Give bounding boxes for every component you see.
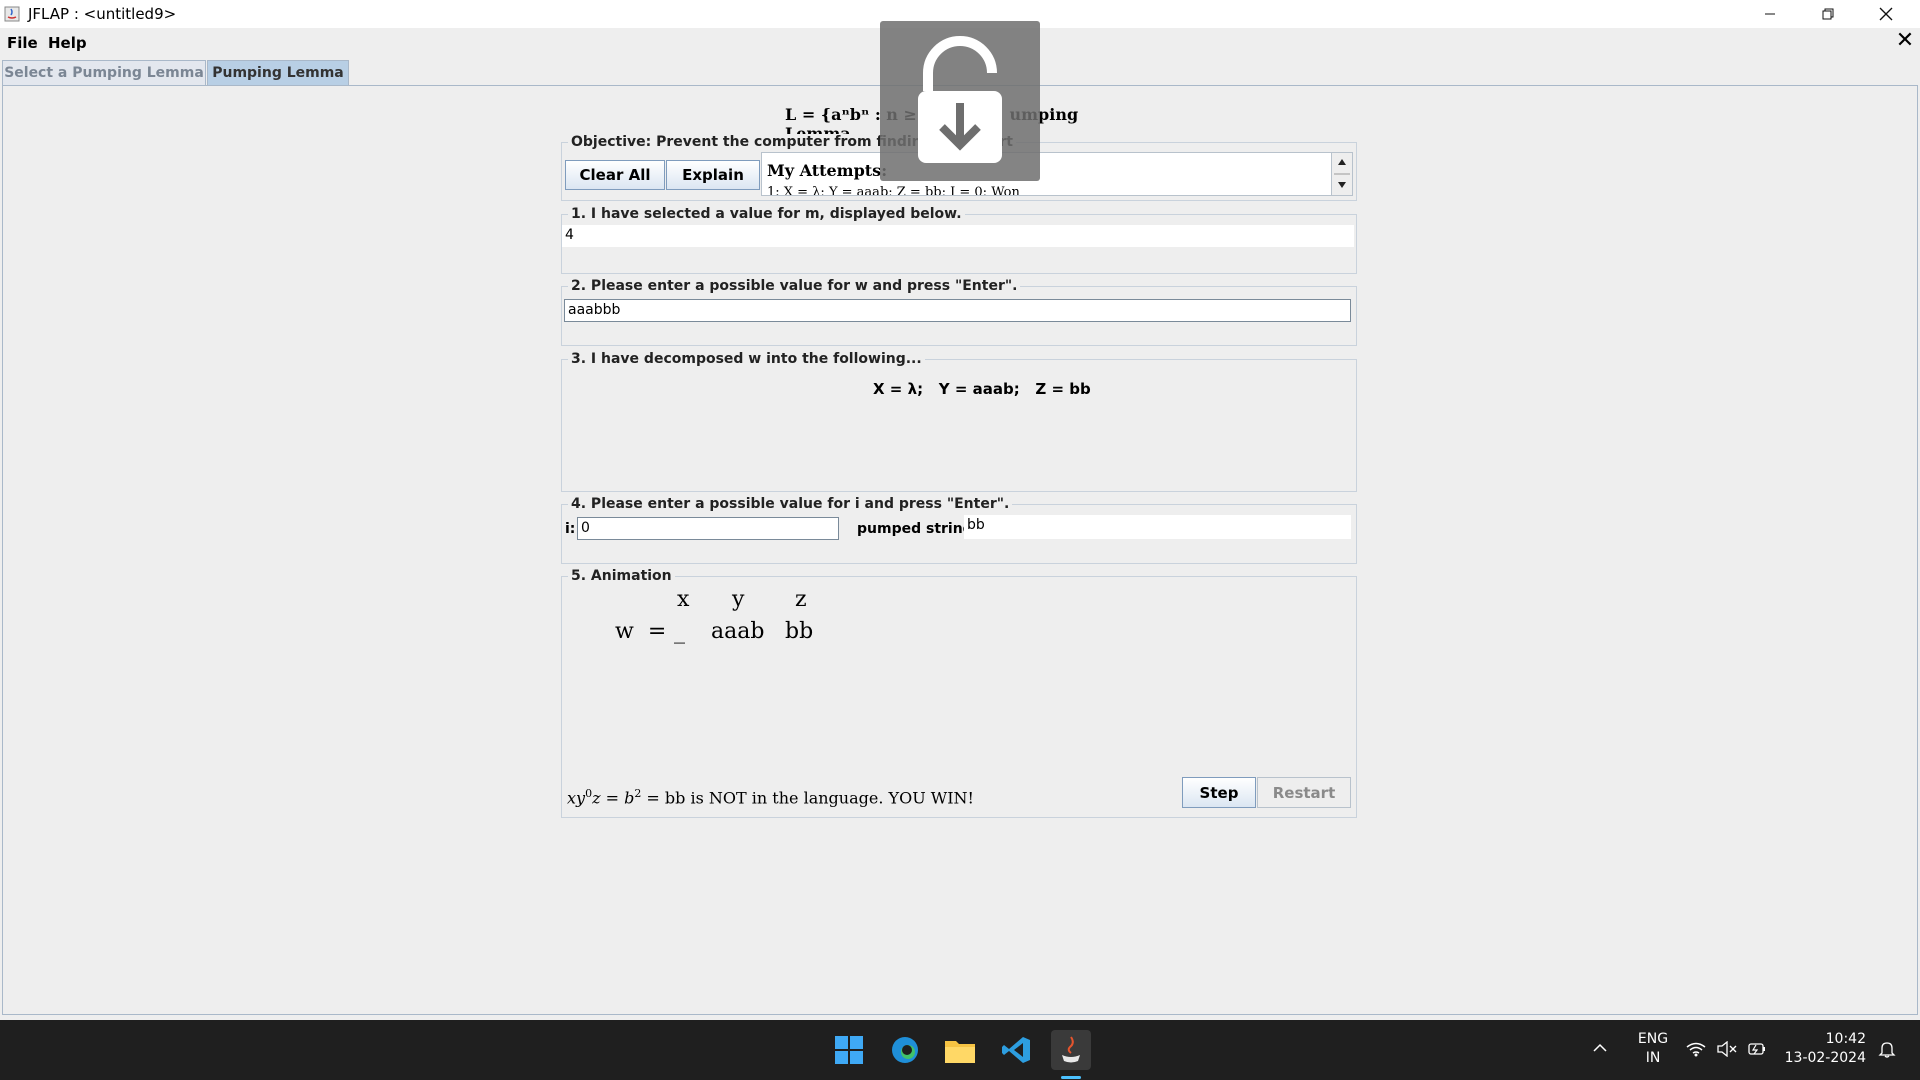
start-icon[interactable] bbox=[829, 1030, 869, 1070]
attempts-scrollbar[interactable] bbox=[1331, 152, 1353, 196]
battery-icon[interactable] bbox=[1747, 1040, 1767, 1062]
restore-button[interactable] bbox=[1799, 0, 1857, 28]
unlock-download-icon bbox=[918, 36, 1002, 163]
window-title: JFLAP : <untitled9> bbox=[28, 5, 177, 23]
java-taskbar-icon[interactable] bbox=[1051, 1030, 1091, 1070]
anim-header-z: z bbox=[795, 587, 807, 612]
explain-button[interactable]: Explain bbox=[666, 160, 760, 190]
anim-z-value: bb bbox=[785, 619, 814, 644]
edge-browser-icon[interactable] bbox=[885, 1030, 925, 1070]
file-explorer-icon[interactable] bbox=[940, 1030, 980, 1070]
step5-legend: 5. Animation bbox=[568, 568, 675, 584]
m-value-display: 4 bbox=[562, 225, 1354, 247]
wifi-icon[interactable] bbox=[1686, 1041, 1706, 1061]
scroll-up-icon bbox=[1338, 159, 1346, 165]
scroll-down-icon bbox=[1338, 182, 1346, 188]
pumped-string-display: bb bbox=[964, 515, 1351, 539]
language-indicator[interactable]: ENG IN bbox=[1636, 1030, 1670, 1068]
anim-header-y: y bbox=[732, 587, 745, 612]
pumped-string-label: pumped string: bbox=[857, 521, 979, 537]
result-message: is NOT in the language. YOU WIN! bbox=[690, 788, 974, 808]
decomposition-text: X = λ; Y = aaab; Z = bb bbox=[873, 380, 1091, 398]
taskbar: ENG IN 10:42 13-02-2024 bbox=[0, 1020, 1920, 1080]
minimize-icon bbox=[1765, 13, 1775, 15]
tray-overflow-icon[interactable] bbox=[1592, 1040, 1608, 1060]
clock[interactable]: 10:42 13-02-2024 bbox=[1782, 1030, 1866, 1068]
anim-w-label: w = bbox=[615, 619, 667, 644]
attempts-title: My Attempts: bbox=[767, 161, 888, 180]
result-text: xy0z = b2 = bb is NOT in the language. Y… bbox=[567, 787, 974, 808]
unlock-overlay bbox=[880, 21, 1040, 181]
step4-legend: 4. Please enter a possible value for i a… bbox=[568, 496, 1013, 512]
result-prefix: = bb bbox=[646, 788, 686, 808]
minimize-button[interactable] bbox=[1741, 0, 1799, 28]
vscode-icon[interactable] bbox=[996, 1030, 1036, 1070]
step1-legend: 1. I have selected a value for m, displa… bbox=[568, 206, 965, 222]
step-button[interactable]: Step bbox=[1182, 777, 1256, 808]
i-input[interactable]: 0 bbox=[577, 517, 839, 540]
anim-header-x: x bbox=[677, 587, 690, 612]
menu-help[interactable]: Help bbox=[48, 34, 87, 52]
volume-muted-icon[interactable] bbox=[1717, 1040, 1737, 1061]
tab-select-pumping-lemma[interactable]: Select a Pumping Lemma bbox=[2, 60, 206, 85]
anim-x-value: _ bbox=[674, 619, 685, 644]
step2-legend: 2. Please enter a possible value for w a… bbox=[568, 278, 1021, 294]
restore-icon bbox=[1822, 8, 1834, 20]
tab-pumping-lemma[interactable]: Pumping Lemma bbox=[207, 60, 349, 85]
clock-time: 10:42 bbox=[1825, 1031, 1866, 1047]
step3-panel: 3. I have decomposed w into the followin… bbox=[561, 351, 1357, 492]
attempts-entry: 1: X = λ; Y = aaab; Z = bb; I = 0; Won bbox=[767, 185, 1020, 196]
step3-legend: 3. I have decomposed w into the followin… bbox=[568, 351, 925, 367]
notification-bell-icon[interactable] bbox=[1878, 1040, 1896, 1062]
menu-file[interactable]: File bbox=[7, 34, 38, 52]
clock-date: 13-02-2024 bbox=[1784, 1050, 1866, 1066]
close-tab-icon[interactable]: ✕ bbox=[1894, 30, 1916, 52]
java-app-icon bbox=[4, 6, 20, 22]
anim-y-value: aaab bbox=[711, 619, 765, 644]
active-app-indicator bbox=[1061, 1076, 1081, 1079]
close-window-button[interactable] bbox=[1857, 0, 1915, 28]
clear-all-button[interactable]: Clear All bbox=[565, 160, 665, 190]
restart-button[interactable]: Restart bbox=[1257, 777, 1351, 808]
close-icon bbox=[1879, 7, 1893, 21]
w-input[interactable]: aaabbb bbox=[564, 299, 1351, 322]
attempts-panel: My Attempts: 1: X = λ; Y = aaab; Z = bb;… bbox=[761, 152, 1334, 196]
i-label: i: bbox=[565, 521, 576, 537]
